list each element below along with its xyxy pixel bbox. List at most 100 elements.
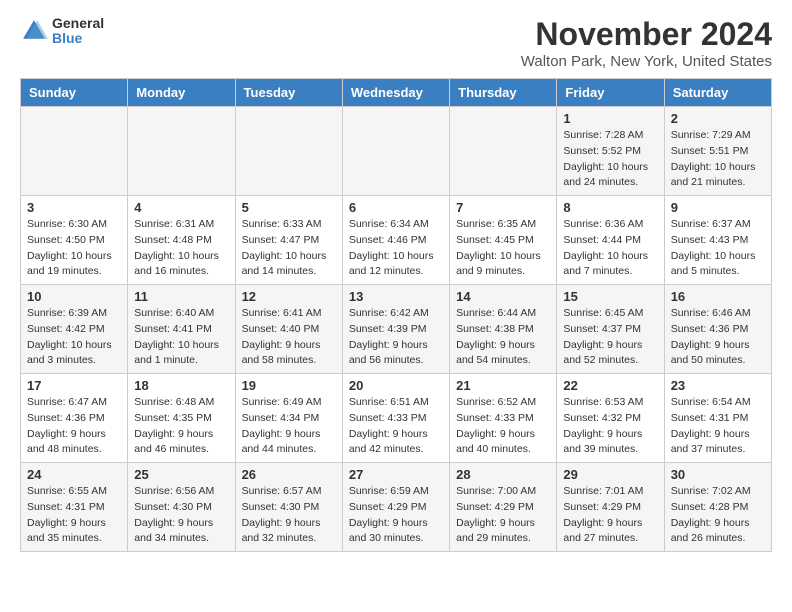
calendar-header-saturday: Saturday <box>664 79 771 107</box>
logo-general-text: General <box>52 16 104 31</box>
day-number: 5 <box>242 200 336 215</box>
calendar-week-row: 3 Sunrise: 6:30 AMSunset: 4:50 PMDaylight… <box>21 196 772 285</box>
day-info: Sunrise: 6:59 AMSunset: 4:29 PMDaylight:… <box>349 484 443 547</box>
day-number: 9 <box>671 200 765 215</box>
calendar-table: SundayMondayTuesdayWednesdayThursdayFrid… <box>20 78 772 552</box>
calendar-cell: 26 Sunrise: 6:57 AMSunset: 4:30 PMDayligh… <box>235 463 342 552</box>
calendar-cell: 9 Sunrise: 6:37 AMSunset: 4:43 PMDaylight… <box>664 196 771 285</box>
day-info: Sunrise: 6:45 AMSunset: 4:37 PMDaylight:… <box>563 306 657 369</box>
day-number: 30 <box>671 467 765 482</box>
logo: General Blue <box>20 16 104 47</box>
calendar-cell <box>128 107 235 196</box>
day-info: Sunrise: 6:41 AMSunset: 4:40 PMDaylight:… <box>242 306 336 369</box>
day-number: 22 <box>563 378 657 393</box>
day-number: 4 <box>134 200 228 215</box>
calendar-cell: 30 Sunrise: 7:02 AMSunset: 4:28 PMDayligh… <box>664 463 771 552</box>
calendar-cell: 1 Sunrise: 7:28 AMSunset: 5:52 PMDaylight… <box>557 107 664 196</box>
calendar-cell: 19 Sunrise: 6:49 AMSunset: 4:34 PMDayligh… <box>235 374 342 463</box>
day-info: Sunrise: 6:47 AMSunset: 4:36 PMDaylight:… <box>27 395 121 458</box>
day-number: 11 <box>134 289 228 304</box>
calendar-cell <box>342 107 449 196</box>
logo-blue-text: Blue <box>52 31 104 46</box>
calendar-cell: 2Sunrise: 7:29 AMSunset: 5:51 PMDaylight… <box>664 107 771 196</box>
day-number: 28 <box>456 467 550 482</box>
day-info: Sunrise: 6:56 AMSunset: 4:30 PMDaylight:… <box>134 484 228 547</box>
day-info: Sunrise: 7:00 AMSunset: 4:29 PMDaylight:… <box>456 484 550 547</box>
header: General Blue November 2024 Walton Park, … <box>20 16 772 70</box>
day-number: 18 <box>134 378 228 393</box>
calendar-cell <box>450 107 557 196</box>
day-info: Sunrise: 7:28 AMSunset: 5:52 PMDaylight:… <box>563 128 657 191</box>
calendar-cell: 29 Sunrise: 7:01 AMSunset: 4:29 PMDayligh… <box>557 463 664 552</box>
calendar-cell: 28 Sunrise: 7:00 AMSunset: 4:29 PMDayligh… <box>450 463 557 552</box>
day-info: Sunrise: 6:54 AMSunset: 4:31 PMDaylight:… <box>671 395 765 458</box>
day-info: Sunrise: 7:02 AMSunset: 4:28 PMDaylight:… <box>671 484 765 547</box>
day-info: Sunrise: 6:57 AMSunset: 4:30 PMDaylight:… <box>242 484 336 547</box>
calendar-cell: 24 Sunrise: 6:55 AMSunset: 4:31 PMDayligh… <box>21 463 128 552</box>
calendar-cell: 12 Sunrise: 6:41 AMSunset: 4:40 PMDayligh… <box>235 285 342 374</box>
day-number: 2 <box>671 111 765 126</box>
calendar-cell: 13 Sunrise: 6:42 AMSunset: 4:39 PMDayligh… <box>342 285 449 374</box>
calendar-cell: 25 Sunrise: 6:56 AMSunset: 4:30 PMDayligh… <box>128 463 235 552</box>
day-number: 3 <box>27 200 121 215</box>
calendar-cell: 3 Sunrise: 6:30 AMSunset: 4:50 PMDaylight… <box>21 196 128 285</box>
day-info: Sunrise: 6:33 AMSunset: 4:47 PMDaylight:… <box>242 217 336 280</box>
location: Walton Park, New York, United States <box>521 53 772 70</box>
day-number: 16 <box>671 289 765 304</box>
calendar-cell: 14 Sunrise: 6:44 AMSunset: 4:38 PMDayligh… <box>450 285 557 374</box>
calendar-header-tuesday: Tuesday <box>235 79 342 107</box>
calendar-cell: 8 Sunrise: 6:36 AMSunset: 4:44 PMDaylight… <box>557 196 664 285</box>
calendar-cell: 11 Sunrise: 6:40 AMSunset: 4:41 PMDayligh… <box>128 285 235 374</box>
calendar-cell <box>235 107 342 196</box>
calendar-cell <box>21 107 128 196</box>
title-section: November 2024 Walton Park, New York, Uni… <box>521 16 772 70</box>
day-info: Sunrise: 6:35 AMSunset: 4:45 PMDaylight:… <box>456 217 550 280</box>
calendar-header-thursday: Thursday <box>450 79 557 107</box>
day-number: 21 <box>456 378 550 393</box>
day-info: Sunrise: 7:01 AMSunset: 4:29 PMDaylight:… <box>563 484 657 547</box>
day-info: Sunrise: 6:40 AMSunset: 4:41 PMDaylight:… <box>134 306 228 369</box>
calendar-cell: 21Sunrise: 6:52 AMSunset: 4:33 PMDayligh… <box>450 374 557 463</box>
calendar-header-row: SundayMondayTuesdayWednesdayThursdayFrid… <box>21 79 772 107</box>
calendar-cell: 27 Sunrise: 6:59 AMSunset: 4:29 PMDayligh… <box>342 463 449 552</box>
day-number: 6 <box>349 200 443 215</box>
calendar-header-monday: Monday <box>128 79 235 107</box>
calendar-cell: 22Sunrise: 6:53 AMSunset: 4:32 PMDayligh… <box>557 374 664 463</box>
day-info: Sunrise: 6:48 AMSunset: 4:35 PMDaylight:… <box>134 395 228 458</box>
calendar-cell: 15 Sunrise: 6:45 AMSunset: 4:37 PMDayligh… <box>557 285 664 374</box>
day-number: 12 <box>242 289 336 304</box>
day-number: 27 <box>349 467 443 482</box>
day-number: 19 <box>242 378 336 393</box>
day-info: Sunrise: 6:44 AMSunset: 4:38 PMDaylight:… <box>456 306 550 369</box>
day-number: 15 <box>563 289 657 304</box>
day-info: Sunrise: 6:31 AMSunset: 4:48 PMDaylight:… <box>134 217 228 280</box>
day-info: Sunrise: 6:36 AMSunset: 4:44 PMDaylight:… <box>563 217 657 280</box>
day-number: 20 <box>349 378 443 393</box>
day-info: Sunrise: 6:49 AMSunset: 4:34 PMDaylight:… <box>242 395 336 458</box>
day-number: 10 <box>27 289 121 304</box>
day-number: 8 <box>563 200 657 215</box>
day-number: 26 <box>242 467 336 482</box>
day-number: 23 <box>671 378 765 393</box>
calendar-cell: 20Sunrise: 6:51 AMSunset: 4:33 PMDayligh… <box>342 374 449 463</box>
day-number: 24 <box>27 467 121 482</box>
calendar-cell: 4 Sunrise: 6:31 AMSunset: 4:48 PMDaylight… <box>128 196 235 285</box>
day-number: 29 <box>563 467 657 482</box>
day-number: 1 <box>563 111 657 126</box>
calendar-cell: 6 Sunrise: 6:34 AMSunset: 4:46 PMDaylight… <box>342 196 449 285</box>
calendar-week-row: 10Sunrise: 6:39 AMSunset: 4:42 PMDayligh… <box>21 285 772 374</box>
day-number: 13 <box>349 289 443 304</box>
day-info: Sunrise: 6:34 AMSunset: 4:46 PMDaylight:… <box>349 217 443 280</box>
calendar-week-row: 1 Sunrise: 7:28 AMSunset: 5:52 PMDaylight… <box>21 107 772 196</box>
calendar-header-sunday: Sunday <box>21 79 128 107</box>
calendar-cell: 10Sunrise: 6:39 AMSunset: 4:42 PMDayligh… <box>21 285 128 374</box>
month-title: November 2024 <box>521 16 772 53</box>
day-info: Sunrise: 6:42 AMSunset: 4:39 PMDaylight:… <box>349 306 443 369</box>
day-number: 14 <box>456 289 550 304</box>
day-info: Sunrise: 6:55 AMSunset: 4:31 PMDaylight:… <box>27 484 121 547</box>
calendar-cell: 7Sunrise: 6:35 AMSunset: 4:45 PMDaylight… <box>450 196 557 285</box>
day-info: Sunrise: 6:30 AMSunset: 4:50 PMDaylight:… <box>27 217 121 280</box>
calendar-cell: 16Sunrise: 6:46 AMSunset: 4:36 PMDayligh… <box>664 285 771 374</box>
day-number: 25 <box>134 467 228 482</box>
day-info: Sunrise: 6:37 AMSunset: 4:43 PMDaylight:… <box>671 217 765 280</box>
